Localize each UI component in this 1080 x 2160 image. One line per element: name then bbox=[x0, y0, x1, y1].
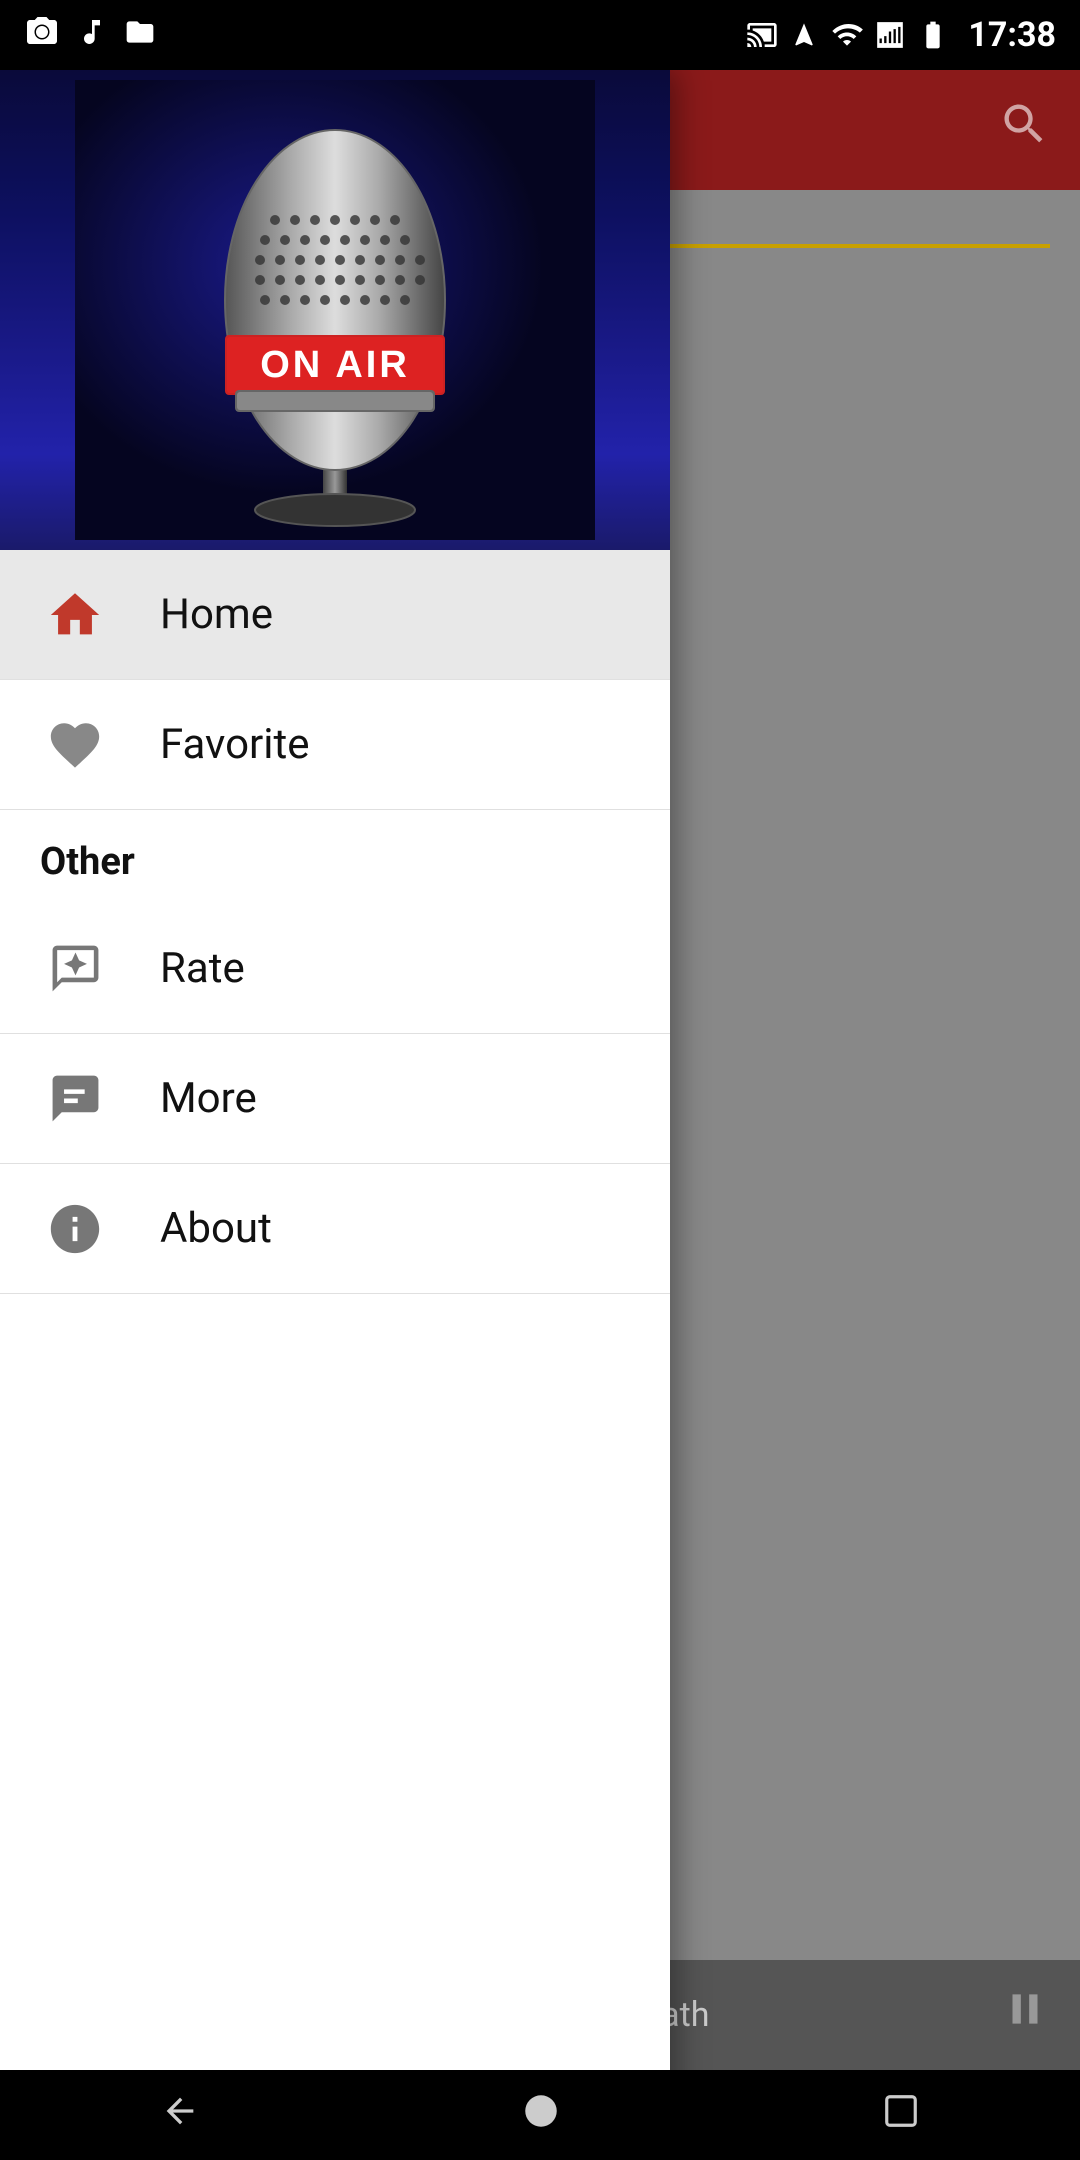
camera-status-icon bbox=[24, 14, 60, 57]
more-label: More bbox=[160, 1074, 257, 1123]
more-icon bbox=[40, 1064, 110, 1134]
section-header-other: Other bbox=[0, 810, 670, 904]
drawer-hero: ON AIR bbox=[0, 70, 670, 550]
nav-bar bbox=[0, 2070, 1080, 2160]
rate-label: Rate bbox=[160, 944, 245, 993]
menu-item-home[interactable]: Home bbox=[0, 550, 670, 680]
back-button[interactable] bbox=[160, 2091, 200, 2140]
menu-item-rate[interactable]: Rate bbox=[0, 904, 670, 1034]
recents-button[interactable] bbox=[882, 2092, 920, 2139]
favorite-label: Favorite bbox=[160, 720, 310, 769]
status-left-icons bbox=[24, 14, 156, 57]
about-icon bbox=[40, 1194, 110, 1264]
music-status-icon bbox=[76, 14, 108, 57]
about-label: About bbox=[160, 1204, 272, 1253]
nav-drawer: ON AIR Home Favorite bbox=[0, 70, 670, 2160]
svg-text:ON AIR: ON AIR bbox=[260, 344, 410, 386]
pause-button[interactable] bbox=[1000, 1984, 1050, 2047]
home-icon bbox=[40, 580, 110, 650]
home-button[interactable] bbox=[520, 2090, 562, 2141]
status-bar: 17:38 bbox=[0, 0, 1080, 70]
heart-icon bbox=[40, 710, 110, 780]
rate-icon bbox=[40, 934, 110, 1004]
home-label: Home bbox=[160, 590, 273, 639]
clock: 17:38 bbox=[968, 15, 1056, 55]
bottom-player: Bath bbox=[610, 1960, 1080, 2070]
menu-item-about[interactable]: About bbox=[0, 1164, 670, 1294]
status-right-icons: 17:38 bbox=[746, 15, 1056, 55]
search-icon[interactable] bbox=[998, 98, 1050, 163]
drawer-menu: Home Favorite Other Rate bbox=[0, 550, 670, 2160]
menu-item-more[interactable]: More bbox=[0, 1034, 670, 1164]
files-status-icon bbox=[124, 14, 156, 57]
menu-item-favorite[interactable]: Favorite bbox=[0, 680, 670, 810]
